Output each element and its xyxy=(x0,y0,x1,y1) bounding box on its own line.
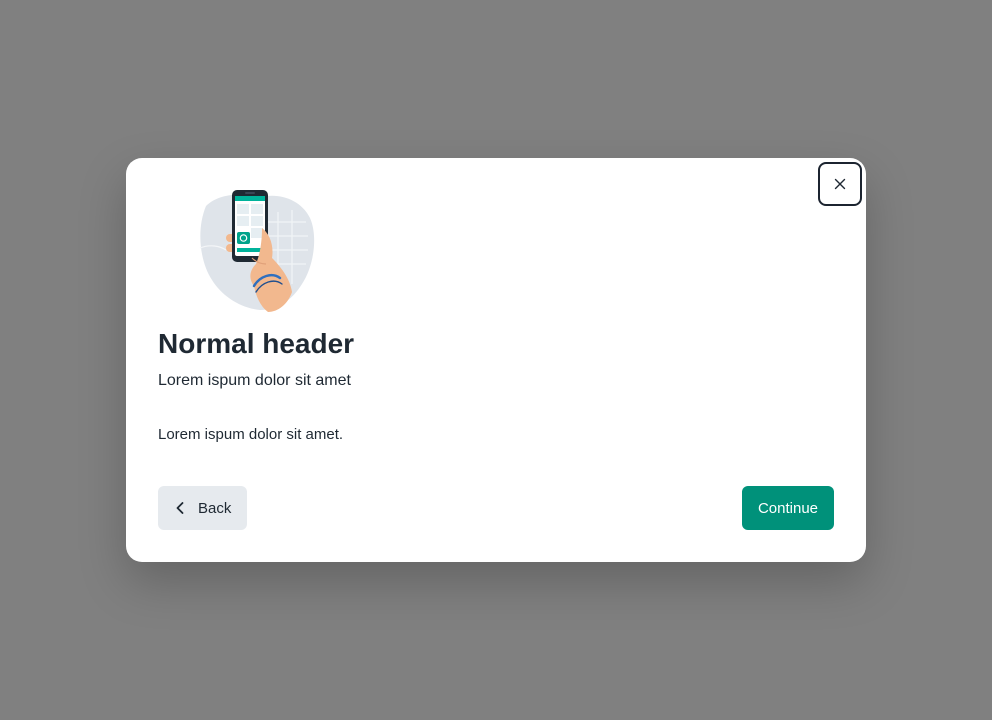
back-button-label: Back xyxy=(198,499,232,517)
modal-subtitle: Lorem ispum dolor sit amet xyxy=(158,372,351,389)
phone-in-hand-illustration xyxy=(196,188,316,312)
close-button[interactable] xyxy=(818,162,862,206)
continue-button[interactable]: Continue xyxy=(742,486,834,530)
modal-body-text: Lorem ispum dolor sit amet. xyxy=(158,426,344,443)
modal-title: Normal header xyxy=(158,328,355,359)
chevron-left-icon xyxy=(174,502,186,514)
close-icon xyxy=(834,178,846,190)
back-button[interactable]: Back xyxy=(158,486,247,530)
modal-dialog: Normal header Lorem ispum dolor sit amet… xyxy=(126,158,866,562)
